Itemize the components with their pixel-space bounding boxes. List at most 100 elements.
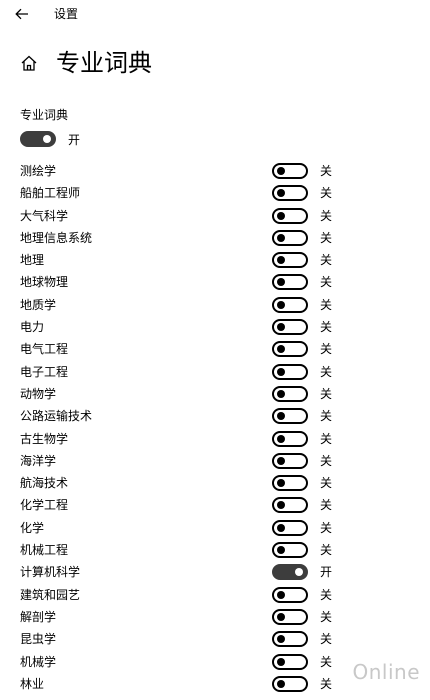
dictionary-state: 关	[320, 164, 333, 178]
toggle-knob	[277, 211, 285, 220]
dictionary-toggle[interactable]	[272, 296, 308, 313]
dictionary-toggle[interactable]	[272, 631, 308, 648]
dictionary-row: 测绘学 关	[0, 160, 430, 182]
dictionary-state: 关	[320, 230, 333, 245]
dictionary-toggle[interactable]	[272, 564, 308, 581]
toggle-knob	[277, 300, 285, 309]
dictionary-label: 机械学	[20, 654, 57, 669]
dictionary-row: 建筑和园艺 关	[0, 584, 430, 606]
toggle-knob	[277, 189, 285, 198]
home-button[interactable]	[20, 54, 38, 72]
page-title: 专业词典	[56, 49, 152, 77]
toggle-knob	[277, 434, 285, 443]
dictionary-toggle[interactable]	[272, 207, 308, 224]
toggle-knob	[277, 323, 285, 332]
dictionary-state: 关	[320, 498, 333, 513]
toggle-knob	[277, 367, 285, 376]
dictionary-label: 解剖学	[20, 609, 57, 624]
dictionary-toggle[interactable]	[272, 385, 308, 402]
dictionary-label: 船舶工程师	[20, 186, 81, 201]
watermark: Online	[352, 660, 420, 684]
dictionary-row: 海洋学 关	[0, 450, 430, 472]
dictionary-state: 关	[320, 676, 333, 691]
dictionary-toggle[interactable]	[272, 408, 308, 425]
dictionary-label: 计算机科学	[20, 565, 81, 580]
dictionary-label: 地理信息系统	[20, 230, 93, 245]
dictionary-row: 地球物理 关	[0, 271, 430, 293]
dictionary-toggle[interactable]	[272, 319, 308, 336]
dictionary-toggle[interactable]	[272, 430, 308, 447]
dictionary-label: 公路运输技术	[20, 409, 93, 424]
dictionary-state: 关	[320, 364, 333, 379]
dictionary-toggle[interactable]	[272, 586, 308, 603]
dictionary-label: 地质学	[20, 297, 57, 312]
dictionary-row: 大气科学 关	[0, 205, 430, 227]
dictionary-toggle[interactable]	[272, 497, 308, 514]
dictionary-toggle[interactable]	[272, 185, 308, 202]
toggle-knob	[277, 278, 285, 287]
dictionary-label: 化学	[20, 520, 45, 535]
dictionary-label: 海洋学	[20, 453, 57, 468]
dictionary-row: 地理信息系统 关	[0, 227, 430, 249]
dictionary-toggle[interactable]	[272, 452, 308, 469]
dictionary-toggle[interactable]	[272, 475, 308, 492]
toggle-knob	[277, 657, 285, 666]
dictionary-row: 昆虫学 关	[0, 628, 430, 650]
dictionary-label: 电子工程	[20, 364, 69, 379]
toggle-knob	[277, 635, 285, 644]
dictionary-state: 关	[320, 632, 333, 647]
toggle-knob	[277, 456, 285, 465]
toggle-knob	[43, 135, 51, 143]
toggle-knob	[277, 412, 285, 421]
master-toggle-state: 开	[68, 133, 81, 147]
dictionary-row: 化学 关	[0, 517, 430, 539]
dictionary-row: 计算机科学 开	[0, 561, 430, 583]
dictionary-state: 关	[320, 186, 333, 201]
dictionary-toggle[interactable]	[272, 542, 308, 559]
dictionary-state: 关	[320, 342, 333, 357]
dictionary-toggle[interactable]	[272, 341, 308, 358]
master-toggle-switch[interactable]	[20, 131, 56, 147]
dictionary-row: 地理 关	[0, 249, 430, 271]
dictionary-toggle[interactable]	[272, 163, 308, 179]
toggle-knob	[295, 568, 303, 577]
dictionary-label: 地球物理	[20, 275, 69, 290]
dictionary-label: 测绘学	[20, 164, 57, 178]
dictionary-label: 林业	[20, 676, 45, 691]
page-header: 专业词典	[0, 44, 430, 84]
dictionary-toggle[interactable]	[272, 519, 308, 536]
dictionary-toggle[interactable]	[272, 653, 308, 670]
toggle-knob	[277, 479, 285, 488]
dictionary-label: 航海技术	[20, 476, 69, 491]
toggle-knob	[277, 546, 285, 555]
toggle-knob	[277, 501, 285, 510]
dictionary-row: 公路运输技术 关	[0, 405, 430, 427]
dictionary-toggle[interactable]	[272, 252, 308, 269]
dictionary-label: 昆虫学	[20, 632, 57, 647]
dictionary-toggle[interactable]	[272, 675, 308, 692]
back-button[interactable]	[12, 6, 32, 22]
arrow-left-icon	[15, 8, 28, 20]
dictionary-toggle[interactable]	[272, 363, 308, 380]
dictionary-row: 解剖学 关	[0, 606, 430, 628]
dictionary-toggle[interactable]	[272, 229, 308, 246]
dictionary-state: 关	[320, 654, 333, 669]
dictionary-label: 古生物学	[20, 431, 69, 446]
dictionary-label: 地理	[20, 253, 45, 268]
toggle-knob	[277, 612, 285, 621]
toggle-knob	[277, 389, 285, 398]
dictionary-label: 建筑和园艺	[20, 587, 81, 602]
toggle-knob	[277, 345, 285, 354]
dictionary-row: 电气工程 关	[0, 338, 430, 360]
dictionary-toggle[interactable]	[272, 608, 308, 625]
toggle-knob	[277, 679, 285, 688]
dictionary-state: 关	[320, 275, 333, 290]
dictionary-state: 关	[320, 543, 333, 558]
dictionary-label: 化学工程	[20, 498, 69, 513]
dictionary-list: 测绘学关船舶工程师关大气科学关地理信息系统关地理关地球物理关地质学关电力关电气工…	[0, 160, 430, 695]
dictionary-state: 关	[320, 453, 333, 468]
dictionary-toggle[interactable]	[272, 274, 308, 291]
dictionary-state: 关	[320, 297, 333, 312]
dictionary-label: 机械工程	[20, 543, 69, 558]
dictionary-row: 化学工程 关	[0, 494, 430, 516]
